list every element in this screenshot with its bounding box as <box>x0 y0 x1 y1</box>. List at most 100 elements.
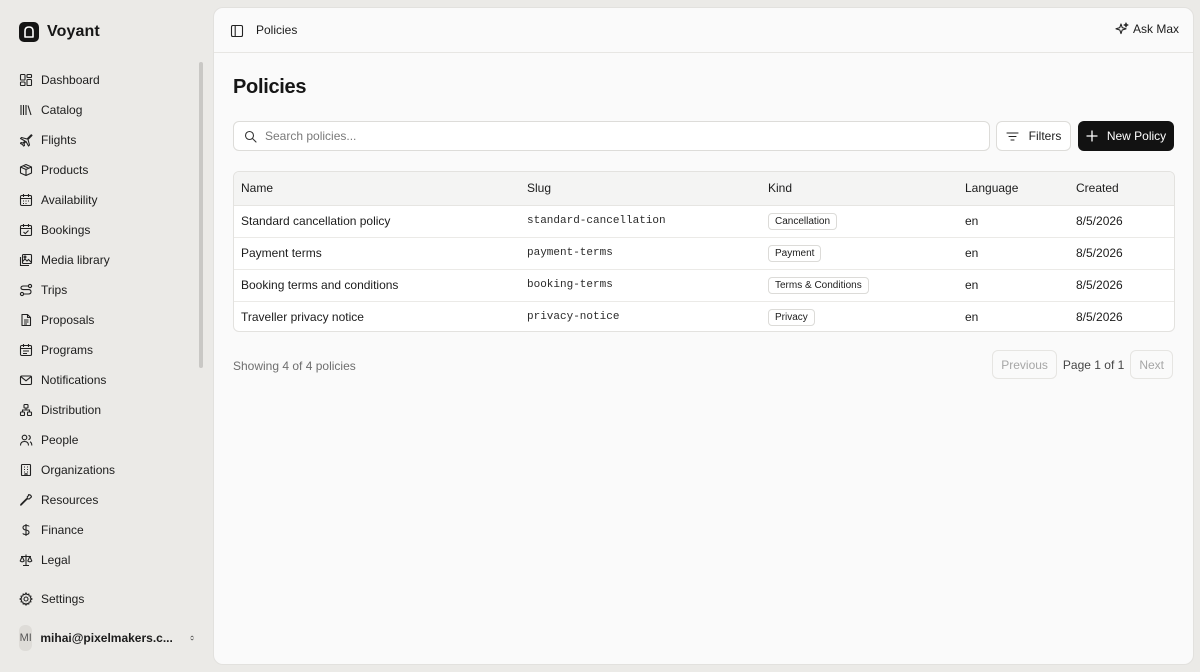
policies-table: Name Slug Kind Language Created Standard… <box>233 171 1175 332</box>
sidebar-item-label: Flights <box>41 133 77 147</box>
user-menu[interactable]: MI mihai@pixelmakers.c... <box>19 624 195 652</box>
library-icon <box>20 105 32 116</box>
cell-slug: standard-cancellation <box>527 215 666 227</box>
sidebar-item-resources[interactable]: Resources <box>14 485 190 515</box>
sidebar-item-catalog[interactable]: Catalog <box>14 95 190 125</box>
cell-created: 8/5/2026 <box>1076 214 1123 228</box>
sidebar-item-products[interactable]: Products <box>14 155 190 185</box>
cell-created: 8/5/2026 <box>1069 300 1174 331</box>
results-count: Showing 4 of 4 policies <box>233 359 356 373</box>
users-icon <box>19 434 33 446</box>
cell-name: Payment terms <box>234 236 520 269</box>
cell-slug: privacy-notice <box>520 300 761 331</box>
sidebar-item-finance[interactable]: Finance <box>14 515 190 545</box>
sidebar-item-media-library[interactable]: Media library <box>14 245 190 275</box>
chevrons-up-down-icon <box>190 635 194 641</box>
building-icon <box>20 463 32 477</box>
filters-button[interactable]: Filters <box>996 121 1071 151</box>
sidebar-item-label: Dashboard <box>41 73 100 87</box>
table-row[interactable]: Payment terms payment-terms Payment en 8… <box>234 236 1174 269</box>
sidebar-item-bookings[interactable]: Bookings <box>14 215 190 245</box>
avatar: MI <box>19 625 33 651</box>
ask-max-button[interactable]: Ask Max <box>1115 22 1179 36</box>
sidebar-item-proposals[interactable]: Proposals <box>14 305 190 335</box>
search-box[interactable] <box>233 121 990 151</box>
sidebar-item-label: Finance <box>41 523 84 537</box>
top-bar: Policies Ask Max <box>214 8 1193 53</box>
sidebar-item-legal[interactable]: Legal <box>14 545 190 575</box>
column-header-slug[interactable]: Slug <box>520 172 761 206</box>
sidebar-item-organizations[interactable]: Organizations <box>14 455 190 485</box>
table-row[interactable]: Traveller privacy notice privacy-notice … <box>234 300 1174 331</box>
sidebar-item-label: Catalog <box>41 103 83 117</box>
sidebar-item-distribution[interactable]: Distribution <box>14 395 190 425</box>
search-input[interactable] <box>265 129 965 143</box>
cell-name: Booking terms and conditions <box>234 268 520 301</box>
sparkles-icon <box>1115 22 1129 35</box>
sidebar-item-label: Availability <box>41 193 98 207</box>
cell-language: en <box>958 300 1069 331</box>
cell-kind: Terms & Conditions <box>761 268 958 301</box>
table-row[interactable]: Standard cancellation policy standard-ca… <box>234 205 1174 237</box>
dashboard-icon <box>19 73 33 87</box>
sidebar-item-label: Proposals <box>41 313 95 327</box>
sidebar-item-label: Media library <box>41 253 110 267</box>
kind-badge: Privacy <box>768 308 815 326</box>
brand[interactable]: Voyant <box>19 22 100 42</box>
sidebar-item-people[interactable]: People <box>14 425 190 455</box>
previous-page-button[interactable]: Previous <box>992 350 1057 379</box>
panel-left-icon[interactable] <box>230 24 244 38</box>
new-policy-button[interactable]: New Policy <box>1078 121 1174 151</box>
sidebar-item-dashboard[interactable]: Dashboard <box>14 65 190 95</box>
network-icon <box>19 403 33 417</box>
search-icon <box>244 130 257 143</box>
gear-icon <box>19 592 33 606</box>
app-window: Voyant Dashboard Catalog Flights Product… <box>0 0 1200 672</box>
kind-badge: Cancellation <box>768 212 838 230</box>
plane-icon <box>19 134 33 147</box>
kind-badge: Terms & Conditions <box>768 276 869 294</box>
column-header-name[interactable]: Name <box>234 172 520 206</box>
pagination: Previous Page 1 of 1 Next <box>992 350 1173 379</box>
filters-label: Filters <box>1028 129 1062 143</box>
sidebar-item-label: Settings <box>41 592 85 606</box>
main-panel: Policies Ask Max Policies Filters New Po… <box>213 7 1194 665</box>
column-header-language[interactable]: Language <box>958 172 1069 206</box>
calendar-icon <box>19 194 33 207</box>
cell-kind: Cancellation <box>761 205 958 237</box>
voyant-logo-icon <box>19 22 39 42</box>
calendar-check-icon <box>19 224 33 237</box>
next-page-button[interactable]: Next <box>1130 350 1173 379</box>
column-header-created[interactable]: Created <box>1069 172 1174 206</box>
route-icon <box>19 283 33 297</box>
sidebar-item-programs[interactable]: Programs <box>14 335 190 365</box>
sidebar-scrollbar[interactable] <box>199 62 203 368</box>
sidebar-item-label: Products <box>41 163 89 177</box>
sidebar: Voyant Dashboard Catalog Flights Product… <box>0 0 212 672</box>
cell-slug: payment-terms <box>520 236 761 269</box>
kind-badge: Payment <box>768 244 822 262</box>
wrench-icon <box>20 494 33 506</box>
cell-language: en <box>958 236 1069 269</box>
page-indicator: Page 1 of 1 <box>1062 357 1125 372</box>
file-text-icon <box>21 313 32 327</box>
sidebar-item-label: Resources <box>41 493 99 507</box>
dollar-icon <box>22 524 30 536</box>
sidebar-item-label: Notifications <box>41 373 107 387</box>
sidebar-item-flights[interactable]: Flights <box>14 125 190 155</box>
table-header-row: Name Slug Kind Language Created <box>234 172 1174 206</box>
package-icon <box>19 163 33 177</box>
sidebar-item-settings[interactable]: Settings <box>14 584 190 614</box>
cell-created: 8/5/2026 <box>1069 236 1174 269</box>
column-header-kind[interactable]: Kind <box>761 172 958 206</box>
sidebar-item-label: Programs <box>41 343 94 357</box>
sidebar-item-availability[interactable]: Availability <box>14 185 190 215</box>
sidebar-item-notifications[interactable]: Notifications <box>14 365 190 395</box>
filter-lines-icon <box>1006 131 1019 141</box>
ask-max-label: Ask Max <box>1132 22 1179 36</box>
table-row[interactable]: Booking terms and conditions booking-ter… <box>234 268 1174 301</box>
sidebar-item-trips[interactable]: Trips <box>14 275 190 305</box>
sidebar-item-label: Organizations <box>41 463 116 477</box>
breadcrumb: Policies <box>256 23 298 37</box>
cell-language: en <box>965 214 979 228</box>
